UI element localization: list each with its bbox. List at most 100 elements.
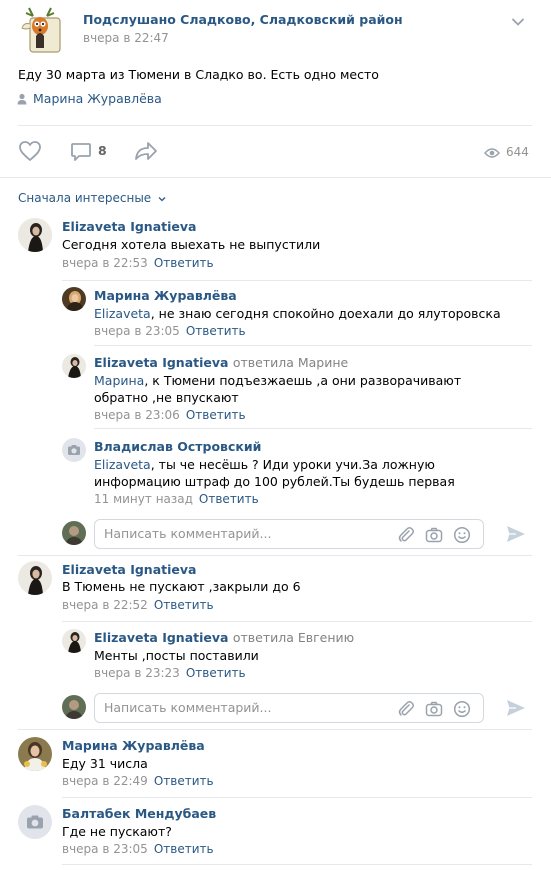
emoji-smile-icon[interactable] — [453, 700, 471, 718]
sort-dropdown[interactable]: Сначала интересные — [18, 191, 167, 207]
post-text: Еду 30 марта из Тюмени в Сладко во. Есть… — [18, 67, 379, 82]
comment-input[interactable] — [104, 526, 384, 541]
thread-divider — [62, 621, 532, 622]
emoji-smile-icon[interactable] — [453, 526, 471, 544]
views-count: 644 — [506, 145, 529, 159]
reply-text: Elizaveta, ты че несёшь ? Иди уроки учи.… — [94, 457, 455, 489]
reply-time[interactable]: вчера в 23:06 — [94, 408, 180, 422]
reply-link[interactable]: Ответить — [186, 666, 246, 680]
comment-time[interactable]: вчера в 22:52 — [62, 598, 148, 612]
chevron-down-icon — [157, 195, 167, 203]
comment-meta: вчера в 22:53 Ответить — [62, 256, 214, 270]
views-counter: 644 — [484, 145, 534, 161]
reply-link[interactable]: Ответить — [199, 492, 259, 506]
reply-time[interactable]: вчера в 23:05 — [94, 324, 180, 338]
reply-link[interactable]: Ответить — [154, 842, 214, 856]
camera-icon[interactable] — [425, 700, 443, 718]
mention-link[interactable]: Elizaveta — [94, 306, 151, 321]
reply-meta: вчера в 23:05 Ответить — [94, 324, 246, 338]
post-author-name[interactable]: Марина Журавлёва — [33, 91, 162, 106]
user-icon — [17, 93, 27, 105]
reply-meta: 11 минут назад Ответить — [94, 492, 259, 506]
camera-icon — [27, 815, 43, 829]
eye-icon — [484, 147, 500, 159]
reply-time[interactable]: 11 минут назад — [94, 492, 193, 506]
comment-divider — [62, 797, 532, 798]
comments-count: 8 — [98, 143, 107, 158]
thread-divider — [94, 428, 532, 429]
post-time[interactable]: вчера в 22:47 — [83, 31, 169, 45]
attach-paperclip-icon[interactable] — [397, 526, 415, 544]
reply-author: Elizaveta Ignatieva ответила Марине — [94, 355, 348, 370]
comment-divider — [18, 729, 532, 730]
camera-icon[interactable] — [425, 526, 443, 544]
reply-link[interactable]: Ответить — [154, 598, 214, 612]
comment-meta: вчера в 22:52 Ответить — [62, 598, 214, 612]
my-avatar — [62, 695, 86, 719]
comment-meta: вчера в 22:49 Ответить — [62, 774, 214, 788]
mention-link[interactable]: Марина — [94, 373, 144, 388]
reply-author-name[interactable]: Elizaveta Ignatieva — [94, 355, 228, 370]
avatar[interactable] — [18, 561, 52, 595]
attach-paperclip-icon[interactable] — [397, 700, 415, 718]
reply-link[interactable]: Ответить — [186, 324, 246, 338]
comment-text: В Тюмень не пускают ,закрыли до 6 — [62, 579, 301, 594]
comment-author[interactable]: Elizaveta Ignatieva — [62, 562, 196, 577]
reply-time[interactable]: вчера в 23:23 — [94, 666, 180, 680]
group-name[interactable]: Подслушано Сладково, Сладковский район — [83, 12, 403, 27]
reply-text: Марина, к Тюмени подъезжаешь ,а они разв… — [94, 373, 462, 405]
comment-input[interactable] — [104, 700, 384, 715]
reply-link[interactable]: Ответить — [186, 408, 246, 422]
reply-text: Менты ,посты поставили — [94, 648, 259, 663]
reply-author[interactable]: Владислав Островский — [94, 439, 261, 454]
comment-divider — [18, 555, 532, 556]
comment-time[interactable]: вчера в 22:53 — [62, 256, 148, 270]
reply-meta: вчера в 23:23 Ответить — [94, 666, 246, 680]
avatar[interactable] — [18, 218, 52, 252]
send-icon[interactable] — [505, 698, 527, 718]
post-divider — [18, 125, 532, 126]
reply-meta: вчера в 23:06 Ответить — [94, 408, 246, 422]
comment-input-box — [94, 519, 484, 549]
reply-link[interactable]: Ответить — [154, 256, 214, 270]
reply-author-name[interactable]: Elizaveta Ignatieva — [94, 630, 228, 645]
heart-icon — [19, 141, 41, 161]
reply-text: Elizaveta, не знаю сегодня спокойно доех… — [94, 306, 501, 321]
reply-author: Elizaveta Ignatieva ответила Евгению — [94, 630, 354, 645]
like-button[interactable] — [18, 140, 44, 164]
comment-time[interactable]: вчера в 22:49 — [62, 774, 148, 788]
actions-divider — [0, 177, 551, 178]
comment-button[interactable]: 8 — [70, 140, 110, 164]
group-avatar[interactable] — [16, 4, 66, 54]
thread-divider — [62, 280, 532, 281]
mention-link[interactable]: Elizaveta — [94, 457, 151, 472]
avatar[interactable] — [18, 737, 52, 771]
share-button[interactable] — [134, 140, 160, 164]
comment-text: Сегодня хотела выехать не выпустили — [62, 237, 321, 252]
avatar-placeholder[interactable] — [62, 438, 86, 462]
reply-link[interactable]: Ответить — [154, 774, 214, 788]
avatar[interactable] — [62, 354, 86, 378]
avatar-placeholder[interactable] — [18, 805, 52, 839]
thread-divider — [94, 345, 532, 346]
comment-author[interactable]: Elizaveta Ignatieva — [62, 219, 196, 234]
share-arrow-icon — [135, 142, 157, 160]
comment-divider — [62, 864, 532, 865]
sort-label: Сначала интересные — [18, 191, 152, 205]
avatar[interactable] — [62, 287, 86, 311]
comment-author[interactable]: Марина Журавлёва — [62, 738, 205, 753]
comment-time[interactable]: вчера в 23:05 — [62, 842, 148, 856]
comment-text: Где не пускают? — [62, 824, 172, 839]
post-menu-chevron-icon[interactable] — [510, 14, 526, 30]
camera-icon — [68, 445, 80, 455]
my-avatar — [62, 521, 86, 545]
replied-to: ответила Евгению — [232, 630, 355, 645]
comment-text: Еду 31 числа — [62, 756, 148, 771]
comment-input-box — [94, 693, 484, 723]
replied-to: ответила Марине — [232, 355, 349, 370]
comment-author[interactable]: Балтабек Мендубаев — [62, 806, 216, 821]
avatar[interactable] — [62, 629, 86, 653]
comment-meta: вчера в 23:05 Ответить — [62, 842, 214, 856]
reply-author[interactable]: Марина Журавлёва — [94, 288, 237, 303]
send-icon[interactable] — [505, 524, 527, 544]
